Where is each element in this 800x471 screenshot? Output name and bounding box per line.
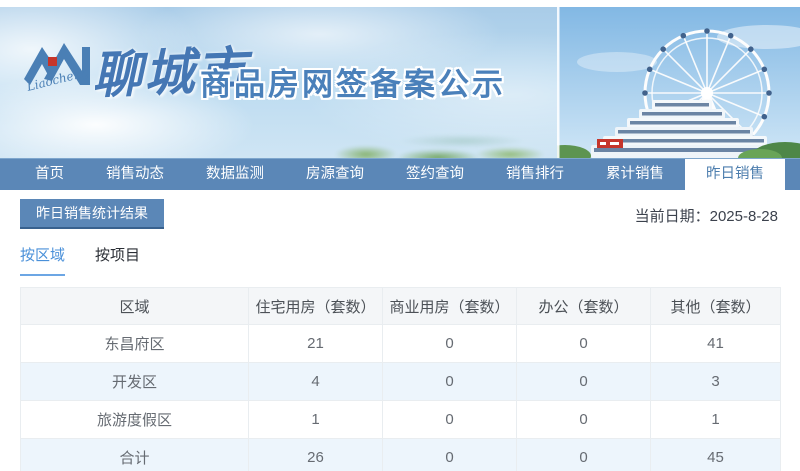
other-cell: 45 — [650, 438, 781, 471]
office-cell: 0 — [516, 438, 651, 471]
table-row: 旅游度假区 1 0 0 1 — [20, 400, 781, 439]
current-date-value: 2025-8-28 — [709, 208, 778, 225]
residential-cell: 26 — [248, 438, 383, 471]
region-cell: 旅游度假区 — [20, 400, 249, 439]
current-date: 当前日期：2025-8-28 — [635, 205, 778, 226]
other-cell: 41 — [650, 324, 781, 363]
tab-by-project[interactable]: 按项目 — [95, 244, 140, 276]
office-cell: 0 — [516, 400, 651, 439]
banner-title: 商品房网签备案公示 — [200, 67, 506, 102]
column-header-office: 办公（套数） — [516, 287, 651, 325]
nav-item-contract-cancel[interactable]: 合同注销 — [785, 159, 800, 190]
nav-item-cumulative-sales[interactable]: 累计销售 — [585, 159, 685, 190]
region-cell: 东昌府区 — [20, 324, 249, 363]
office-cell: 0 — [516, 324, 651, 363]
current-date-label: 当前日期： — [634, 208, 710, 225]
main-nav: 首页 销售动态 数据监测 房源查询 签约查询 销售排行 累计销售 昨日销售 合同… — [0, 158, 800, 190]
table-row: 东昌府区 21 0 0 41 — [20, 324, 781, 363]
office-cell: 0 — [516, 362, 651, 401]
column-header-other: 其他（套数） — [650, 287, 781, 325]
other-cell: 1 — [650, 400, 781, 439]
commercial-cell: 0 — [382, 324, 517, 363]
commercial-cell: 0 — [382, 400, 517, 439]
column-header-residential: 住宅用房（套数） — [248, 287, 383, 325]
nav-item-sales-trends[interactable]: 销售动态 — [85, 159, 185, 190]
tab-by-region[interactable]: 按区域 — [20, 244, 66, 276]
nav-item-contract-search[interactable]: 签约查询 — [385, 159, 485, 190]
nav-item-listing-search[interactable]: 房源查询 — [285, 159, 385, 190]
logo-red-square — [48, 57, 57, 66]
column-header-region: 区域 — [20, 287, 249, 325]
nav-item-yesterday-sales[interactable]: 昨日销售 — [685, 159, 785, 190]
view-tabs: 按区域 按项目 — [20, 244, 800, 276]
commercial-cell: 0 — [382, 362, 517, 401]
nav-item-home[interactable]: 首页 — [14, 159, 85, 190]
yesterday-sales-stats-button[interactable]: 昨日销售统计结果 — [20, 199, 164, 229]
residential-cell: 4 — [248, 362, 383, 401]
site-banner: Liaocheng 聊城市 商品房网签备案公示 — [0, 7, 800, 158]
riverbank-illustration — [330, 132, 570, 158]
region-cell: 开发区 — [20, 362, 249, 401]
other-cell: 3 — [650, 362, 781, 401]
commercial-cell: 0 — [382, 438, 517, 471]
column-header-commercial: 商业用房（套数） — [382, 287, 517, 325]
nav-item-data-monitor[interactable]: 数据监测 — [185, 159, 285, 190]
table-row: 开发区 4 0 0 3 — [20, 362, 781, 401]
table-header-row: 区域 住宅用房（套数） 商业用房（套数） 办公（套数） 其他（套数） — [20, 287, 781, 325]
sales-by-region-table: 区域 住宅用房（套数） 商业用房（套数） 办公（套数） 其他（套数） 东昌府区 … — [20, 287, 781, 471]
nav-item-sales-ranking[interactable]: 销售排行 — [485, 159, 585, 190]
banner-photo — [557, 7, 800, 158]
residential-cell: 21 — [248, 324, 383, 363]
toolbar: 昨日销售统计结果 当前日期：2025-8-28 — [0, 190, 800, 238]
table-row-total: 合计 26 0 0 45 — [20, 438, 781, 471]
residential-cell: 1 — [248, 400, 383, 439]
region-cell: 合计 — [20, 438, 249, 471]
